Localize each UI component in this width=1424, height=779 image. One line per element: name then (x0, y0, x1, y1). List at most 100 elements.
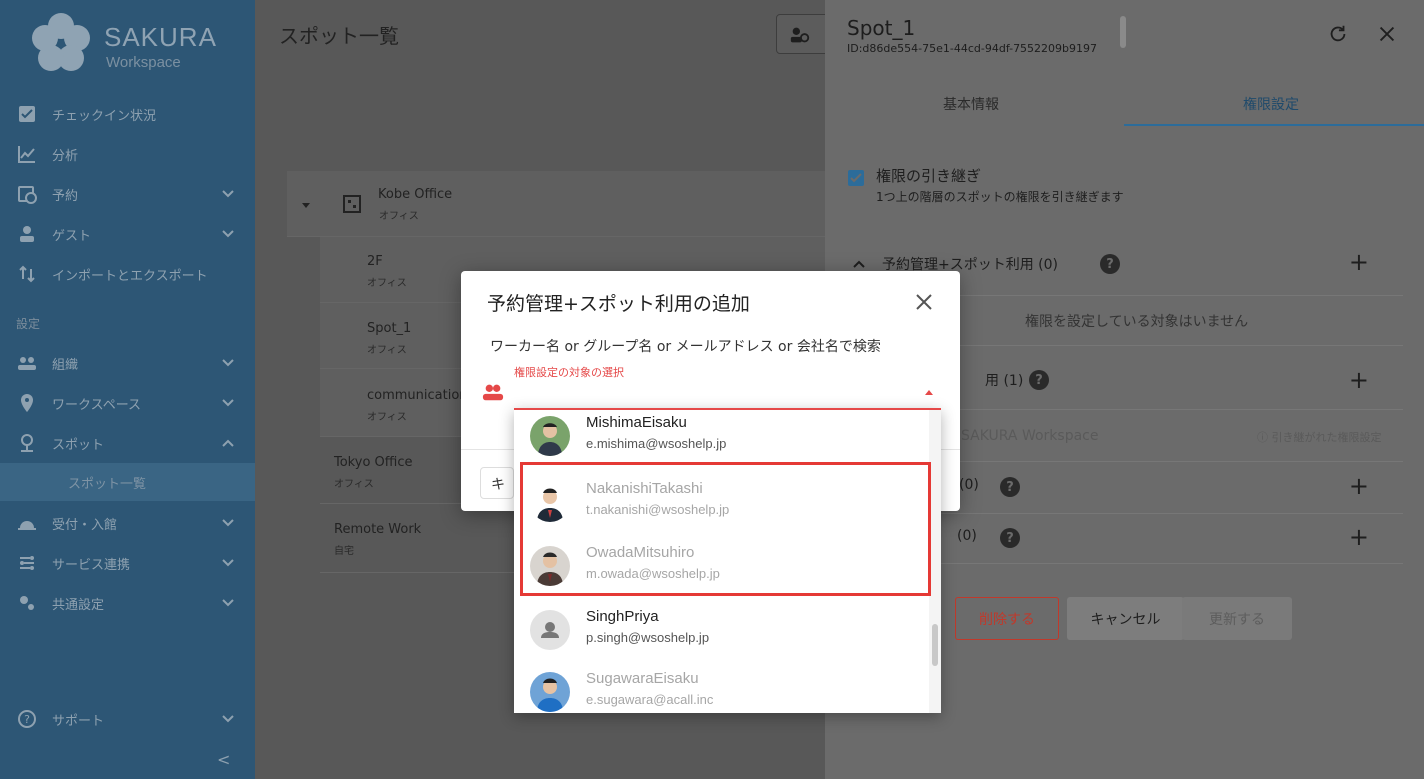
chevron-down-icon (222, 715, 234, 723)
perm-empty-text: 権限を設定している対象はいません (1025, 314, 1249, 330)
search-hint: ワーカー名 or グループ名 or メールアドレス or 会社名で検索 (490, 339, 881, 355)
location-pin-icon (17, 393, 37, 413)
tab-basic-info[interactable]: 基本情報 (943, 94, 999, 114)
nav-import-export[interactable]: インポートとエクスポート (0, 254, 255, 294)
help-circle-icon: ? (17, 709, 37, 729)
nav-workspace[interactable]: ワークスペース (0, 383, 255, 423)
nav-support[interactable]: ? サポート (0, 699, 255, 739)
help-icon[interactable]: ? (1029, 370, 1049, 390)
add-permission-button[interactable]: + (1349, 472, 1369, 500)
avatar (530, 672, 570, 712)
refresh-icon[interactable] (1327, 23, 1349, 45)
delete-button[interactable]: 削除する (955, 597, 1059, 640)
nav-spot[interactable]: スポット (0, 423, 255, 463)
nav-spot-list[interactable]: スポット一覧 (0, 463, 255, 501)
panel-title: Spot_1 (847, 16, 916, 40)
chevron-down-icon (222, 519, 234, 527)
chart-line-icon (17, 144, 37, 164)
active-tab-indicator (1124, 124, 1424, 126)
nav-label: 受付・入館 (52, 517, 118, 533)
user-email: e.sugawara@acall.inc (586, 692, 714, 707)
nav-organization[interactable]: 組織 (0, 343, 255, 383)
tree-name: 2F (367, 254, 383, 269)
settings-section-label: 設定 (16, 317, 41, 331)
integration-icon (17, 553, 37, 573)
tree-name: Kobe Office (378, 187, 453, 202)
list-item[interactable]: SugawaraEisaku e.sugawara@acall.inc (514, 666, 929, 713)
list-item[interactable]: SinghPriya p.singh@wsoshelp.jp (514, 604, 929, 668)
tree-row-kobe[interactable]: Kobe Office オフィス (287, 171, 825, 237)
nav-label: 予約 (52, 188, 79, 204)
help-icon[interactable]: ? (1000, 528, 1020, 548)
chevron-up-icon[interactable] (852, 257, 866, 271)
chevron-down-icon (222, 190, 234, 198)
nav-label: ワークスペース (52, 397, 142, 413)
tree-name: Spot_1 (367, 321, 412, 336)
tree-name: communication (367, 388, 468, 403)
user-photo-icon (530, 416, 570, 456)
nav-reservation[interactable]: 予約 (0, 174, 255, 214)
nav-common-settings[interactable]: 共通設定 (0, 583, 255, 623)
add-permission-button[interactable]: + (1349, 366, 1369, 394)
nav-sub-label: スポット一覧 (68, 476, 147, 492)
chevron-down-icon (222, 599, 234, 607)
people-icon (482, 384, 504, 401)
panel-id: ID:d86de554-75e1-44cd-94df-7552209b9197 (847, 42, 1098, 55)
user-email: e.mishima@wsoshelp.jp (586, 436, 727, 451)
tab-permission-settings[interactable]: 権限設定 (1243, 94, 1299, 114)
collapse-sidebar-button[interactable]: < (217, 750, 230, 769)
add-permission-button[interactable]: + (1349, 523, 1369, 551)
reception-bell-icon (17, 513, 37, 533)
default-avatar-icon (541, 622, 559, 638)
guest-person-icon (17, 224, 37, 244)
cancel-button[interactable]: キャンセル (1067, 597, 1184, 640)
inherited-workspace-name: SAKURA Workspace (961, 428, 1099, 444)
inherited-note: ⓘ 引き継がれた権限設定 (1257, 431, 1382, 444)
nav-checkin-status[interactable]: チェックイン状況 (0, 94, 255, 134)
expand-arrow-icon[interactable] (301, 200, 311, 210)
select-field-label: 権限設定の対象の選択 (514, 366, 624, 379)
update-button[interactable]: 更新する (1182, 597, 1292, 640)
nav-label: チェックイン状況 (52, 108, 157, 124)
nav-label: 共通設定 (52, 597, 105, 613)
chevron-down-icon (222, 359, 234, 367)
search-user-icon (790, 27, 810, 43)
dialog-title: 予約管理+スポット利用の追加 (487, 293, 750, 315)
nav-service-integration[interactable]: サービス連携 (0, 543, 255, 583)
perm-section-title: (0) (959, 477, 979, 493)
check-icon (850, 173, 862, 183)
inherit-checkbox[interactable] (848, 170, 864, 186)
svg-text:?: ? (24, 713, 30, 726)
inherit-label: 権限の引き継ぎ (876, 167, 982, 185)
panel-scrollbar[interactable] (1120, 16, 1126, 48)
nav-reception[interactable]: 受付・入館 (0, 503, 255, 543)
nav-label: 組織 (52, 357, 79, 373)
dialog-cancel-button[interactable]: キャ (480, 467, 514, 499)
tree-name: Remote Work (334, 522, 422, 537)
user-name: MishimaEisaku (586, 414, 687, 431)
office-icon (343, 195, 361, 213)
sakura-logo-icon[interactable] (30, 12, 92, 74)
add-permission-button[interactable]: + (1349, 248, 1369, 276)
tree-type: 自宅 (334, 546, 354, 557)
scrollbar-thumb[interactable] (932, 624, 938, 666)
dropdown-arrow-up-icon[interactable] (924, 388, 934, 398)
nav-label: 分析 (52, 148, 79, 164)
user-email: p.singh@wsoshelp.jp (586, 630, 710, 645)
close-icon[interactable] (913, 291, 935, 313)
brand-name: SAKURA (104, 22, 217, 52)
nav-guest[interactable]: ゲスト (0, 214, 255, 254)
nav-label: ゲスト (52, 228, 92, 244)
perm-section-title: (0) (957, 528, 977, 544)
target-select-input[interactable] (514, 379, 941, 407)
inherited-note-text: 引き継がれた権限設定 (1271, 431, 1382, 444)
help-icon[interactable]: ? (1100, 254, 1120, 274)
nav-label: サービス連携 (52, 557, 131, 573)
nav-analytics[interactable]: 分析 (0, 134, 255, 174)
brand-sub: Workspace (106, 54, 181, 71)
person-pin-icon (17, 433, 37, 453)
avatar (530, 610, 570, 650)
close-icon[interactable] (1376, 23, 1398, 45)
perm-section-title: 用 (1) (985, 373, 1024, 389)
help-icon[interactable]: ? (1000, 477, 1020, 497)
